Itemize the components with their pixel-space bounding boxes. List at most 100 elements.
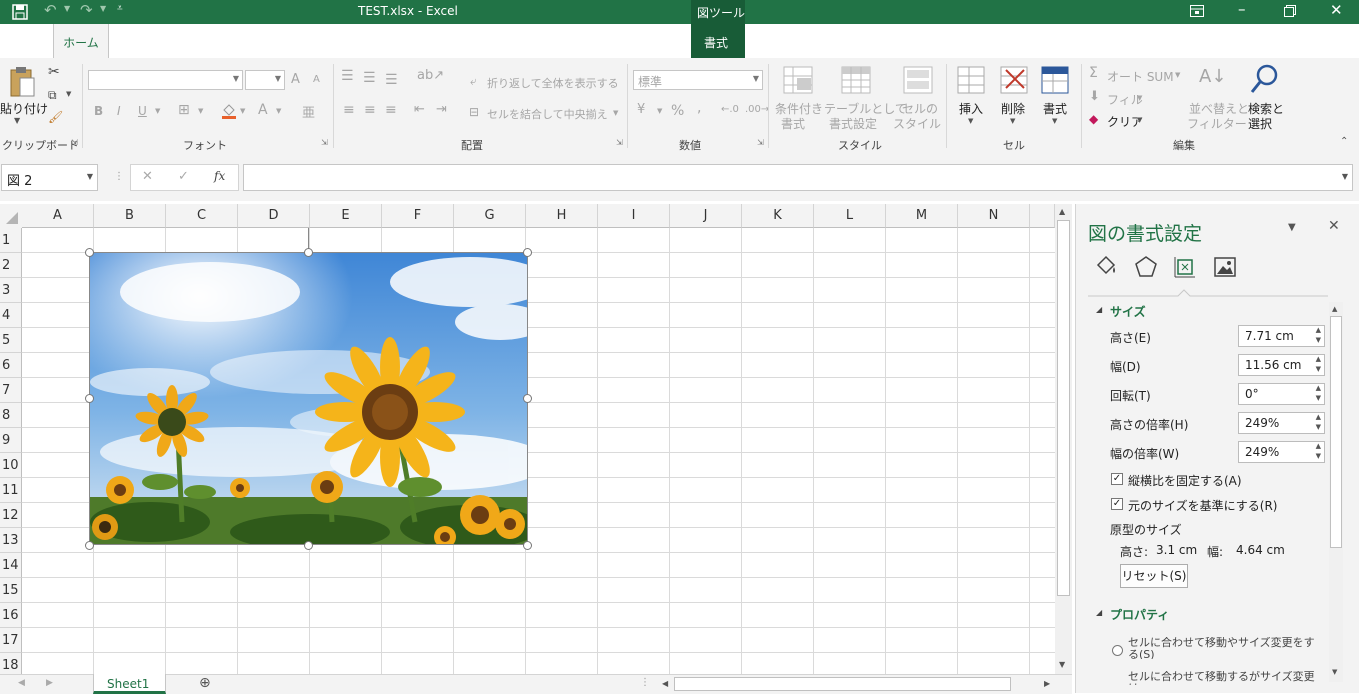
height-input[interactable]: 7.71 cm ▲ ▼	[1238, 325, 1325, 347]
row-header-15[interactable]: 15	[0, 578, 22, 603]
column-header-m[interactable]: M	[886, 204, 958, 228]
prop-option1-radio[interactable]	[1112, 645, 1123, 656]
clear-icon[interactable]: ◆	[1089, 112, 1098, 126]
name-box-dropdown-icon[interactable]: ▼	[87, 172, 93, 181]
resize-handle-bottom-left[interactable]	[85, 541, 94, 550]
borders-dropdown-icon[interactable]: ▼	[198, 107, 203, 115]
effects-icon[interactable]	[1134, 255, 1158, 279]
column-header-j[interactable]: J	[670, 204, 742, 228]
delete-cells-dropdown-icon[interactable]: ▼	[1010, 117, 1015, 125]
align-right-icon[interactable]: ≡	[385, 102, 397, 118]
paste-icon[interactable]	[8, 66, 36, 98]
pane-scrollbar[interactable]: ▲ ▼	[1329, 302, 1343, 682]
insert-cells-dropdown-icon[interactable]: ▼	[968, 117, 973, 125]
orientation-icon[interactable]: ab↗	[417, 68, 444, 83]
width-input[interactable]: 11.56 cm ▲ ▼	[1238, 354, 1325, 376]
insert-cells-button[interactable]: 挿入	[959, 100, 983, 117]
fill-icon[interactable]: ⬇	[1089, 89, 1100, 104]
size-section-header[interactable]: サイズ	[1110, 303, 1146, 320]
autosum-icon[interactable]: Σ	[1089, 65, 1098, 81]
rotation-up-icon[interactable]: ▲	[1316, 384, 1321, 392]
row-header-12[interactable]: 12	[0, 503, 22, 528]
tell-me-box[interactable]: 実行したい作業を入力してください	[779, 24, 970, 58]
row-header-7[interactable]: 7	[0, 378, 22, 403]
paste-button[interactable]: 貼り付け	[0, 100, 48, 117]
column-header-c[interactable]: C	[166, 204, 238, 228]
fill-color-dropdown-icon[interactable]: ▼	[240, 107, 245, 115]
enter-icon[interactable]: ✓	[178, 169, 189, 184]
scale-width-up-icon[interactable]: ▲	[1316, 442, 1321, 450]
find-select-label2[interactable]: 選択	[1248, 115, 1272, 132]
row-header-18[interactable]: 18	[0, 653, 22, 674]
fill-dropdown-icon[interactable]: ▼	[1137, 94, 1142, 102]
format-as-table-icon[interactable]	[841, 66, 873, 96]
font-launcher-icon[interactable]: ⇲	[321, 138, 328, 147]
insert-cells-icon[interactable]	[957, 66, 987, 96]
conditional-formatting-icon[interactable]	[783, 66, 815, 96]
grow-font-icon[interactable]: A	[291, 72, 300, 87]
resize-handle-bottom-right[interactable]	[523, 541, 532, 550]
row-header-6[interactable]: 6	[0, 353, 22, 378]
percent-button[interactable]: %	[671, 103, 684, 119]
font-name-combo[interactable]: ▼	[88, 70, 243, 90]
rotation-down-icon[interactable]: ▼	[1316, 394, 1321, 402]
comma-button[interactable]: ,	[697, 100, 701, 116]
format-cells-dropdown-icon[interactable]: ▼	[1052, 117, 1057, 125]
tab-formulas[interactable]: 数式	[279, 24, 303, 58]
phonetic-icon[interactable]: 亜	[302, 102, 315, 121]
pane-scroll-up-icon[interactable]: ▲	[1332, 305, 1337, 313]
column-header-e[interactable]: E	[310, 204, 382, 228]
column-header-f[interactable]: F	[382, 204, 454, 228]
column-header-o[interactable]	[1030, 204, 1055, 228]
paste-dropdown-icon[interactable]: ▼	[14, 116, 20, 125]
resize-handle-top[interactable]	[304, 248, 313, 257]
clipboard-launcher-icon[interactable]: ⇲	[71, 138, 78, 147]
underline-dropdown-icon[interactable]: ▼	[155, 107, 160, 115]
font-size-combo[interactable]: ▼	[245, 70, 285, 90]
resize-handle-right[interactable]	[523, 394, 532, 403]
align-middle-icon[interactable]: ☰	[363, 70, 376, 86]
share-button[interactable]: 共有	[1311, 24, 1335, 58]
column-header-g[interactable]: G	[454, 204, 526, 228]
tab-page-layout[interactable]: ページ レイアウト	[173, 24, 273, 58]
autosum-dropdown-icon[interactable]: ▼	[1175, 71, 1180, 79]
row-header-10[interactable]: 10	[0, 453, 22, 478]
minimize-icon[interactable]: –	[1238, 0, 1246, 18]
pane-close-icon[interactable]: ✕	[1328, 218, 1340, 234]
tab-acrobat[interactable]: ACROBAT	[617, 24, 674, 58]
column-header-h[interactable]: H	[526, 204, 598, 228]
column-header-i[interactable]: I	[598, 204, 670, 228]
align-left-icon[interactable]: ≡	[343, 102, 355, 118]
resize-handle-left[interactable]	[85, 394, 94, 403]
format-painter-icon[interactable]: 🖌	[48, 110, 63, 124]
copy-dropdown-icon[interactable]: ▼	[66, 90, 71, 98]
sort-filter-label2[interactable]: フィルター	[1187, 115, 1247, 132]
vertical-scrollbar[interactable]: ▲ ▼	[1055, 204, 1072, 674]
increase-decimal-icon[interactable]: ←.0	[721, 104, 739, 115]
fill-line-icon[interactable]	[1094, 255, 1118, 279]
row-header-5[interactable]: 5	[0, 328, 22, 353]
font-color-icon[interactable]: A	[258, 102, 268, 118]
number-format-combo[interactable]: 標準 ▼	[633, 70, 763, 90]
lock-aspect-checkbox[interactable]: ✓	[1111, 473, 1123, 485]
font-color-dropdown-icon[interactable]: ▼	[276, 107, 281, 115]
resize-handle-top-left[interactable]	[85, 248, 94, 257]
size-properties-icon[interactable]	[1173, 255, 1197, 279]
close-window-icon[interactable]: ✕	[1330, 1, 1343, 19]
merge-dropdown-icon[interactable]: ▼	[613, 109, 618, 117]
row-header-4[interactable]: 4	[0, 303, 22, 328]
align-top-icon[interactable]: ☰	[341, 68, 354, 84]
column-header-l[interactable]: L	[814, 204, 886, 228]
cell-styles-icon[interactable]	[903, 66, 935, 96]
wrap-text-icon[interactable]: ⤶	[470, 74, 477, 89]
decrease-decimal-icon[interactable]: .00→	[745, 104, 769, 115]
cut-icon[interactable]: ✂	[48, 64, 60, 80]
scale-height-up-icon[interactable]: ▲	[1316, 413, 1321, 421]
align-center-icon[interactable]: ≡	[364, 102, 376, 118]
align-bottom-icon[interactable]: ☰	[385, 72, 398, 88]
row-header-9[interactable]: 9	[0, 428, 22, 453]
increase-indent-icon[interactable]: ⇥	[436, 102, 447, 117]
horizontal-scroll-thumb[interactable]	[674, 677, 1011, 691]
pane-scroll-down-icon[interactable]: ▼	[1332, 668, 1337, 676]
decrease-indent-icon[interactable]: ⇤	[414, 102, 425, 117]
